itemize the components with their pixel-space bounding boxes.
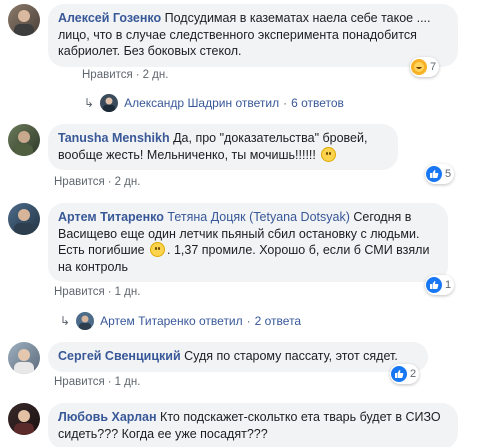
reply-author[interactable]: Артем Титаренко: [100, 314, 196, 328]
comment-text: Судя по старому пассату, этот сядет.: [184, 349, 398, 363]
comment-bubble: Алексей Гозенко Подсудимая в казематах н…: [48, 4, 458, 67]
comment-meta: Нравится · 1 дн.: [54, 286, 141, 298]
like-icon: [426, 277, 442, 293]
comment-meta: Нравится · 2 дн.: [54, 176, 141, 188]
like-link[interactable]: Нравится: [82, 69, 133, 81]
comment-author[interactable]: Любовь Харлан: [58, 410, 157, 424]
avatar[interactable]: [8, 203, 40, 235]
thinking-emoji-icon: [321, 146, 337, 162]
comment-bubble: Любовь Харлан Кто подскажет-скольтко ета…: [48, 403, 458, 447]
avatar[interactable]: [8, 4, 40, 36]
comment-time[interactable]: 1 дн.: [115, 286, 141, 298]
reply-avatar: [100, 94, 119, 112]
comment-1: Алексей Гозенко Подсудимая в казематах н…: [8, 4, 478, 84]
reply-action: ответил: [199, 314, 243, 328]
comment-5: Любовь Харлан Кто подскажет-скольтко ета…: [8, 403, 478, 447]
comment-time[interactable]: 1 дн.: [115, 376, 141, 388]
comment-bubble: Tanusha Menshikh Да, про "доказательства…: [48, 124, 398, 170]
like-link[interactable]: Нравится: [54, 286, 105, 298]
comment-author[interactable]: Tanusha Menshikh: [58, 131, 170, 145]
reply-author[interactable]: Александр Шадрин: [124, 96, 232, 110]
reaction-count: 7: [430, 61, 437, 73]
comment-bubble: Артем Титаренко Тетяна Доцяк (Tetyana Do…: [48, 203, 448, 282]
comment-bubble: Сергей Свенцицкий Судя по старому пассат…: [48, 342, 428, 372]
like-icon: [391, 366, 407, 382]
reaction-summary[interactable]: 2: [390, 364, 420, 384]
comment-author[interactable]: Сергей Свенцицкий: [58, 349, 181, 363]
comment-author[interactable]: Артем Титаренко: [58, 210, 164, 224]
reply-avatar: [76, 312, 95, 330]
mention-link[interactable]: Тетяна Доцяк (Tetyana Dotsyak): [167, 210, 349, 224]
sad-emoji-icon: [150, 242, 166, 257]
reply-count[interactable]: 2 ответа: [255, 314, 301, 328]
haha-icon: [411, 59, 427, 75]
avatar[interactable]: [8, 403, 40, 435]
reaction-summary[interactable]: 7: [410, 57, 440, 77]
comment-time[interactable]: 2 дн.: [143, 69, 169, 81]
replies-link[interactable]: ↳ Артем Титаренко ответил · 2 ответа: [60, 312, 301, 330]
replies-link[interactable]: ↳ Александр Шадрин ответил · 6 ответов: [84, 94, 344, 112]
avatar[interactable]: [8, 124, 40, 156]
comment-author[interactable]: Алексей Гозенко: [58, 11, 161, 25]
reaction-count: 2: [410, 368, 417, 380]
like-link[interactable]: Нравится: [54, 376, 105, 388]
comment-meta: Нравится · 1 дн.: [54, 376, 141, 388]
like-icon: [426, 166, 442, 182]
reaction-summary[interactable]: 5: [425, 164, 455, 184]
reaction-count: 5: [445, 168, 452, 180]
reply-arrow-icon: ↳: [60, 314, 71, 328]
avatar[interactable]: [8, 342, 40, 374]
like-link[interactable]: Нравится: [54, 176, 105, 188]
reply-action: ответил: [235, 96, 280, 110]
comment-meta: Нравится · 2 дн.: [82, 69, 169, 81]
reaction-summary[interactable]: 1: [425, 275, 455, 295]
comment-time[interactable]: 2 дн.: [115, 176, 141, 188]
reply-arrow-icon: ↳: [84, 96, 95, 110]
reply-count[interactable]: 6 ответов: [291, 96, 344, 110]
reaction-count: 1: [445, 279, 452, 291]
